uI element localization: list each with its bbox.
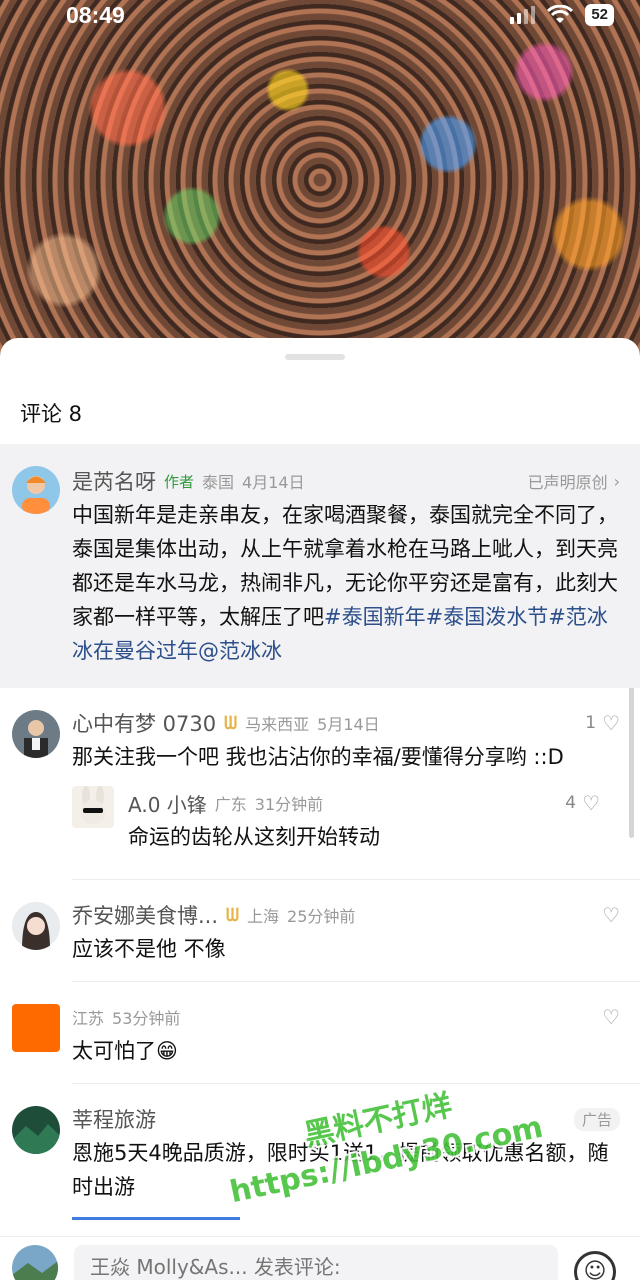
comment-date: 5月14日 <box>317 715 380 734</box>
comment-item[interactable]: 江苏 53分钟前 ♡ 太可怕了😁 <box>0 982 640 1084</box>
ad-menu[interactable]: 广告 <box>573 1107 620 1131</box>
comment-meta: 莘程旅游 广告 <box>72 1104 620 1134</box>
avatar[interactable] <box>12 902 60 950</box>
like-count: 4 <box>565 793 577 813</box>
comment-meta: 江苏 53分钟前 ♡ <box>72 1002 620 1032</box>
comment-text: 太可怕了😁 <box>72 1039 178 1063</box>
comment-item[interactable]: 心中有梦 0730 ᗯ 马来西亚 5月14日 1 ♡ 那关注我一个吧 我也沾沾你… <box>0 688 640 880</box>
avatar[interactable] <box>72 786 114 828</box>
user-name[interactable]: 是芮名呀 <box>72 466 156 496</box>
user-name[interactable]: 乔安娜美食博... <box>72 900 218 930</box>
comments-title: 评论 8 <box>20 402 83 426</box>
battery-icon: 52 <box>585 4 614 26</box>
crown-badge-icon: ᗯ <box>226 904 240 926</box>
comment-input[interactable] <box>74 1245 558 1280</box>
my-avatar[interactable] <box>12 1245 58 1280</box>
comment-item[interactable]: 乔安娜美食博... ᗯ 上海 25分钟前 ♡ 应该不是他 不像 <box>0 880 640 982</box>
heart-icon: ♡ <box>602 1005 620 1029</box>
comment-list: 是芮名呀 作者 泰国 4月14日 已声明原创 › 中国新年是走亲串友，在家喝酒聚… <box>0 444 640 1220</box>
drag-handle[interactable] <box>285 354 345 360</box>
emoji-icon[interactable]: ☺ <box>574 1251 616 1280</box>
location: 江苏 <box>72 1009 105 1028</box>
status-time: 08:49 <box>66 2 125 28</box>
comment-date: 53分钟前 <box>112 1009 181 1028</box>
user-name[interactable]: A.0 小锋 <box>128 789 207 818</box>
comment-text: 恩施5天4晚品质游，限时买1送1，提前领取优惠名额，随时出游 <box>72 1141 609 1199</box>
comment-meta: 乔安娜美食博... ᗯ 上海 25分钟前 ♡ <box>72 900 620 930</box>
user-name[interactable]: 心中有梦 0730 <box>72 708 216 738</box>
avatar[interactable] <box>12 1004 60 1052</box>
like-button[interactable]: ♡ <box>602 903 620 927</box>
location: 马来西亚 <box>245 715 310 734</box>
avatar[interactable] <box>12 466 60 514</box>
ad-item[interactable]: 莘程旅游 广告 恩施5天4晚品质游，限时买1送1，提前领取优惠名额，随时出游 <box>0 1084 640 1220</box>
heart-icon: ♡ <box>602 903 620 927</box>
status-icons: 52 <box>510 4 614 26</box>
comment-date: 31分钟前 <box>254 795 324 814</box>
location: 广东 <box>214 795 247 814</box>
reply-meta: A.0 小锋 广东 31分钟前 4 ♡ <box>128 788 600 818</box>
comment-text: 中国新年是走亲串友，在家喝酒聚餐，泰国就完全不同了，泰国是集体出动，从上午就拿着… <box>72 498 620 668</box>
user-name[interactable]: 莘程旅游 <box>72 1104 156 1134</box>
reply-item[interactable]: A.0 小锋 广东 31分钟前 4 ♡ 命运的齿轮从这刻开始转动 <box>72 774 620 864</box>
cellular-signal-icon <box>510 6 536 24</box>
ad-tag: 广告 <box>573 1107 620 1131</box>
location: 上海 <box>247 907 280 926</box>
crown-badge-icon: ᗯ <box>224 712 238 734</box>
avatar[interactable] <box>12 1106 60 1154</box>
heart-icon: ♡ <box>602 711 620 735</box>
comment-meta: 心中有梦 0730 ᗯ 马来西亚 5月14日 1 ♡ <box>72 708 620 738</box>
comment-meta: 是芮名呀 作者 泰国 4月14日 已声明原创 › <box>72 466 620 496</box>
comment-text: 应该不是他 不像 <box>72 937 226 961</box>
like-count: 1 <box>585 713 597 733</box>
ad-progress-bar <box>72 1217 240 1220</box>
comment-input-bar: ☺ <box>0 1236 640 1280</box>
author-tag: 作者 <box>164 472 195 491</box>
original-declaration[interactable]: 已声明原创 › <box>528 469 620 493</box>
video-photo[interactable] <box>0 0 640 360</box>
like-button[interactable]: 1 ♡ <box>585 711 620 735</box>
reply-text: 命运的齿轮从这刻开始转动 <box>128 825 380 849</box>
location: 泰国 <box>202 473 235 492</box>
comment-date: 4月14日 <box>242 473 305 492</box>
chevron-right-icon: › <box>613 471 620 491</box>
comment-sheet: 评论 8 是芮名呀 作者 泰国 4月14日 已声明原创 › 中国新年是走亲串友，… <box>0 338 640 1280</box>
comment-text: 那关注我一个吧 我也沾沾你的幸福/要懂得分享哟 ::D <box>72 745 564 769</box>
wifi-icon <box>547 5 574 23</box>
comment-item[interactable]: 是芮名呀 作者 泰国 4月14日 已声明原创 › 中国新年是走亲串友，在家喝酒聚… <box>0 444 640 688</box>
avatar[interactable] <box>12 710 60 758</box>
heart-icon: ♡ <box>582 791 600 815</box>
like-button[interactable]: 4 ♡ <box>565 791 600 815</box>
comment-date: 25分钟前 <box>287 907 356 926</box>
like-button[interactable]: ♡ <box>602 1005 620 1029</box>
status-bar: 08:49 52 <box>0 0 640 32</box>
original-label: 已声明原创 <box>527 473 608 492</box>
